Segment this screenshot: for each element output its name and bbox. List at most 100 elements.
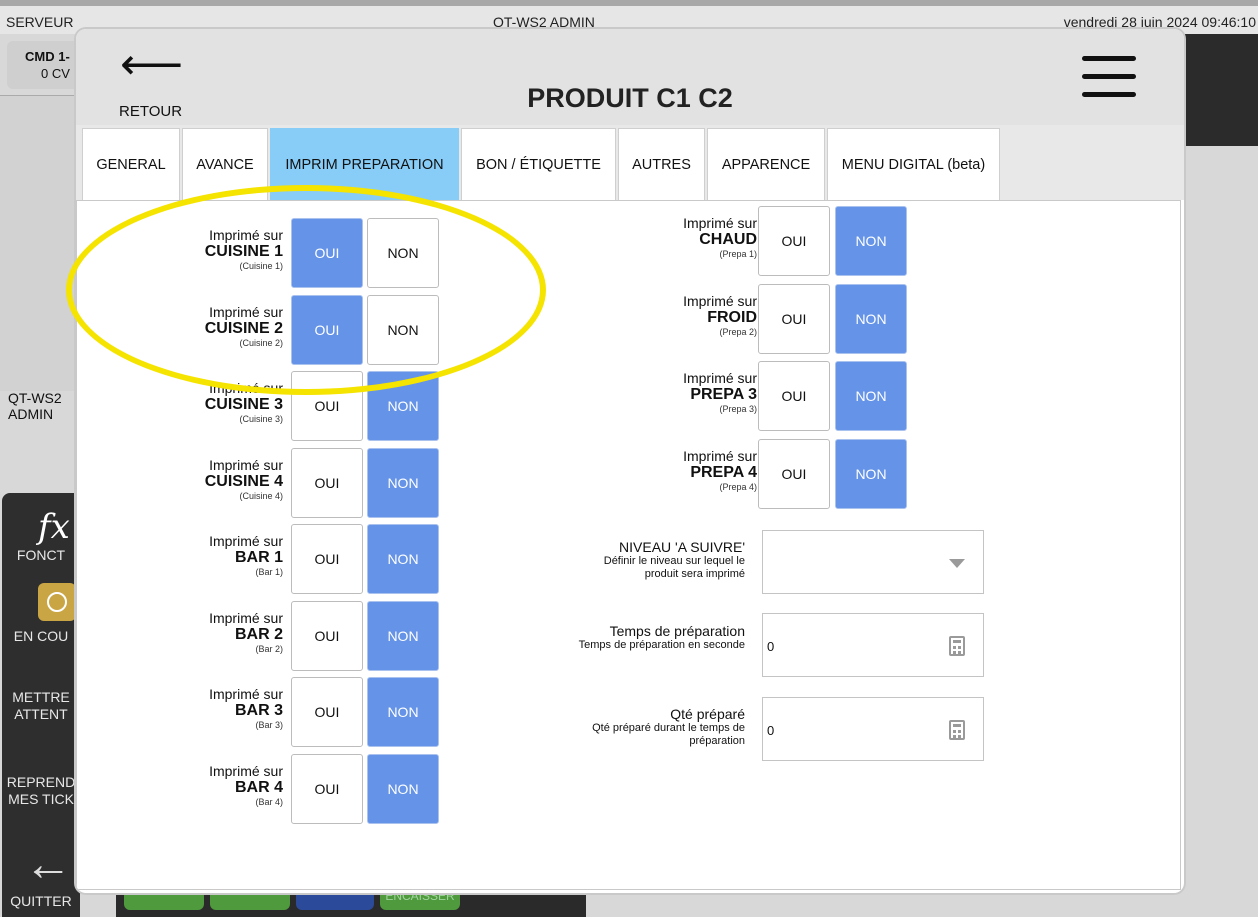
bottom-button-1[interactable] <box>124 890 204 910</box>
printer-sub: (Bar 4) <box>255 796 283 807</box>
printer-name: BAR 2 <box>234 625 283 643</box>
left-bar-3-non-button[interactable]: NON <box>367 677 439 747</box>
printed-on-text: Imprimé sur <box>683 370 757 386</box>
dialog-header: ⟵ RETOUR PRODUIT C1 C2 <box>76 29 1184 125</box>
nav-resume-line1[interactable]: REPREND <box>2 774 80 790</box>
nav-hold-line1[interactable]: METTRE <box>2 689 80 705</box>
right-chaud-non-button[interactable]: NON <box>835 206 907 276</box>
left-bar-2-non-button[interactable]: NON <box>367 600 439 671</box>
back-arrow-icon[interactable]: ⟵ <box>120 43 183 87</box>
left-bar-1-oui-button[interactable]: OUI <box>291 524 363 594</box>
left-bar-3-oui-button[interactable]: OUI <box>291 677 363 747</box>
background-dark-area <box>1184 34 1258 146</box>
printer-row: Imprimé sur BAR 4 (Bar 4) OUI NON <box>77 753 447 826</box>
left-cuisine-4-non-button[interactable]: NON <box>367 447 439 518</box>
printer-name: BAR 1 <box>234 549 283 566</box>
left-cuisine-4-oui-button[interactable]: OUI <box>291 447 363 518</box>
calculator-icon[interactable] <box>949 636 965 656</box>
printer-label: Imprimé sur BAR 3 (Bar 3) <box>123 686 283 731</box>
order-tile[interactable]: CMD 1- 0 CV <box>7 41 87 89</box>
printer-row: Imprimé sur CUISINE 4 (Cuisine 4) OUI NON <box>77 447 447 520</box>
printer-row: Imprimé sur PREPA 4 (Prepa 4) OUI NON <box>457 438 917 511</box>
nav-resume-line2[interactable]: MES TICK <box>2 791 80 807</box>
printed-on-text: Imprimé sur <box>209 609 283 626</box>
bottom-button-2[interactable] <box>210 890 290 910</box>
printer-label: Imprimé sur BAR 1 (Bar 1) <box>123 533 283 578</box>
printer-row: Imprimé sur BAR 1 (Bar 1) OUI NON <box>77 524 447 596</box>
tab-menu-digital[interactable]: MENU DIGITAL (beta) <box>827 128 1000 200</box>
left-bar-1-non-button[interactable]: NON <box>367 524 439 594</box>
right-prepa-4-oui-button[interactable]: OUI <box>758 438 830 509</box>
printer-label: Imprimé sur PREPA 3 (Prepa 3) <box>597 370 757 415</box>
niveau-select[interactable] <box>762 530 984 594</box>
niveau-label: NIVEAU 'A SUIVRE' Définir le niveau sur … <box>505 539 745 581</box>
bottom-button-3[interactable] <box>296 890 374 910</box>
niveau-title: NIVEAU 'A SUIVRE' <box>619 539 745 555</box>
order-title: CMD 1- <box>25 49 70 64</box>
temps-input[interactable]: 0 <box>762 613 984 677</box>
left-cuisine-1-oui-button[interactable]: OUI <box>291 218 363 288</box>
qte-value: 0 <box>767 723 775 738</box>
printed-on-text: Imprimé sur <box>209 380 283 396</box>
printer-sub: (Prepa 1) <box>719 249 757 259</box>
printer-label: Imprimé sur CUISINE 4 (Cuisine 4) <box>123 457 283 502</box>
left-bar-2-oui-button[interactable]: OUI <box>291 600 363 671</box>
quit-arrow-icon[interactable]: ← <box>24 841 72 889</box>
printer-name: CUISINE 1 <box>204 243 283 260</box>
left-cuisine-1-non-button[interactable]: NON <box>367 218 439 288</box>
qte-input[interactable]: 0 <box>762 697 984 761</box>
left-cuisine-2-oui-button[interactable]: OUI <box>291 294 363 365</box>
right-prepa-3-oui-button[interactable]: OUI <box>758 361 830 431</box>
nav-functions[interactable]: FONCT <box>2 547 80 563</box>
tab-apparence[interactable]: APPARENCE <box>707 128 825 200</box>
qte-sub1: Qté préparé durant le temps de <box>592 722 745 734</box>
datetime-label: vendredi 28 juin 2024 09:46:10 <box>1063 14 1256 30</box>
printer-name: CUISINE 3 <box>204 396 283 413</box>
functions-icon[interactable]: fx <box>38 507 70 547</box>
right-froid-oui-button[interactable]: OUI <box>758 283 830 354</box>
left-bar-4-non-button[interactable]: NON <box>367 753 439 824</box>
encaisser-button[interactable]: ENCAISSER <box>380 890 460 910</box>
printer-row: Imprimé sur CHAUD (Prepa 1) OUI NON <box>457 206 917 278</box>
printer-name: PREPA 4 <box>690 463 757 481</box>
chevron-down-icon <box>949 559 965 568</box>
bg-station: QT-WS2 <box>8 390 62 406</box>
printer-label: Imprimé sur PREPA 4 (Prepa 4) <box>597 448 757 493</box>
in-progress-icon[interactable] <box>38 583 76 621</box>
tab-general[interactable]: GENERAL <box>82 128 180 200</box>
tab-bon-etiquette[interactable]: BON / ÉTIQUETTE <box>461 128 616 200</box>
tab-avance[interactable]: AVANCE <box>182 128 268 200</box>
printed-on-text: Imprimé sur <box>209 456 283 473</box>
nav-in-progress[interactable]: EN COU <box>2 628 80 644</box>
printed-on-text: Imprimé sur <box>683 215 757 231</box>
left-cuisine-2-non-button[interactable]: NON <box>367 294 439 365</box>
tab-imprim-preparation[interactable]: IMPRIM PREPARATION <box>270 128 459 200</box>
right-prepa-4-non-button[interactable]: NON <box>835 438 907 509</box>
left-cuisine-3-non-button[interactable]: NON <box>367 371 439 441</box>
calculator-icon[interactable] <box>949 720 965 740</box>
printer-label: Imprimé sur BAR 4 (Bar 4) <box>123 763 283 808</box>
printer-sub: (Bar 2) <box>255 643 283 654</box>
nav-quit[interactable]: QUITTER <box>2 893 80 909</box>
dialog-title: PRODUIT C1 C2 <box>527 83 733 113</box>
qte-sub2: préparation <box>689 735 745 747</box>
right-froid-non-button[interactable]: NON <box>835 283 907 354</box>
hamburger-menu-icon[interactable] <box>1082 56 1136 98</box>
printer-name: CUISINE 4 <box>204 472 283 490</box>
printer-name: BAR 4 <box>234 778 283 796</box>
right-prepa-3-non-button[interactable]: NON <box>835 361 907 431</box>
nav-hold-line2[interactable]: ATTENT <box>2 706 80 722</box>
niveau-sub1: Définir le niveau sur lequel le <box>603 555 745 567</box>
printer-label: Imprimé sur CHAUD (Prepa 1) <box>597 215 757 260</box>
printer-sub: (Cuisine 2) <box>239 337 283 348</box>
qte-title: Qté préparé <box>670 706 745 722</box>
left-bar-4-oui-button[interactable]: OUI <box>291 753 363 824</box>
left-cuisine-3-oui-button[interactable]: OUI <box>291 371 363 441</box>
printer-sub: (Prepa 4) <box>719 481 757 492</box>
right-chaud-oui-button[interactable]: OUI <box>758 206 830 276</box>
printer-row: Imprimé sur CUISINE 2 (Cuisine 2) OUI NON <box>77 294 447 367</box>
printer-label: Imprimé sur BAR 2 (Bar 2) <box>123 610 283 655</box>
printed-on-text: Imprimé sur <box>209 227 283 243</box>
tab-autres[interactable]: AUTRES <box>618 128 705 200</box>
printer-name: BAR 3 <box>234 702 283 719</box>
